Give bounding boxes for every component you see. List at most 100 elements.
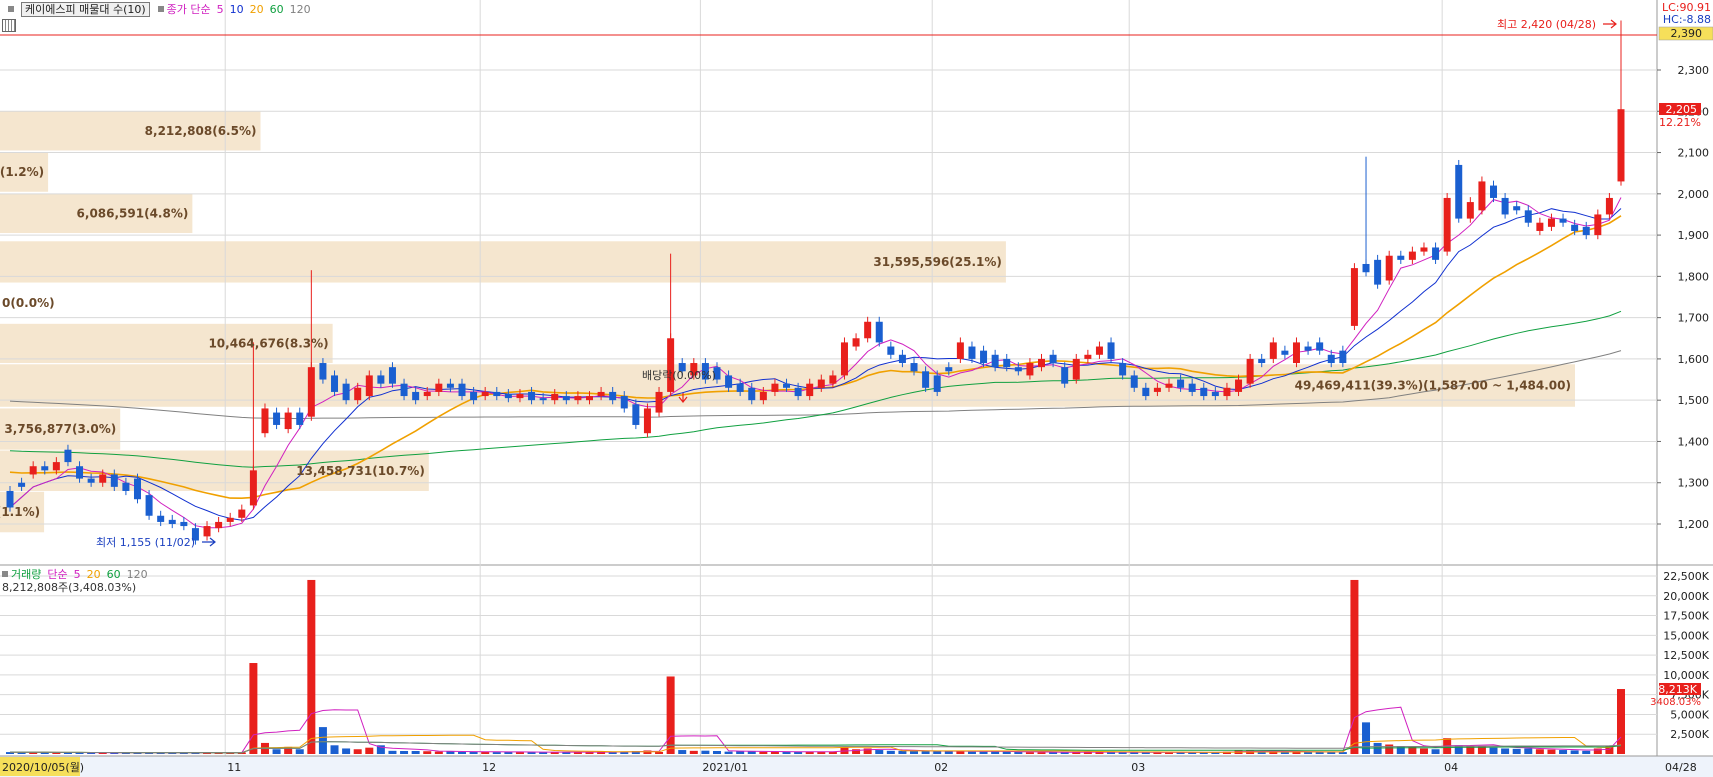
volume-ma-120[interactable]: 120 (127, 568, 148, 581)
volume-bar (1396, 746, 1405, 754)
candle-body (1397, 255, 1405, 260)
candle-body (840, 342, 848, 376)
volume-profile-label: 8,212,808(6.5%) (145, 124, 257, 138)
candle-body (643, 408, 651, 434)
volume-bar (295, 749, 304, 754)
volume-bar (701, 750, 710, 754)
candle-body (516, 393, 524, 399)
candle-body (875, 321, 883, 343)
candle-body (342, 383, 350, 401)
candle-body (1235, 379, 1243, 392)
price-tick-label: 1,900 (1678, 229, 1710, 242)
volume-ma-label: 단순 (47, 568, 68, 581)
candle-body (852, 338, 860, 347)
date-label: 03 (1131, 761, 1145, 774)
candle-body (133, 478, 141, 500)
date-label: 2021/01 (702, 761, 748, 774)
price-tick-label: 1,400 (1678, 435, 1710, 448)
ma-period-120[interactable]: 120 (290, 3, 311, 16)
candle-body (1455, 164, 1463, 219)
date-label: 02 (934, 761, 948, 774)
candle-body (377, 375, 385, 384)
candle-body (1571, 224, 1579, 231)
candle-body (365, 375, 373, 397)
volume-ma-20[interactable]: 20 (87, 568, 101, 581)
price-tick-label: 1,200 (1678, 518, 1710, 531)
volume-bar (434, 751, 443, 754)
candle-body (528, 391, 536, 401)
candle-body (145, 495, 153, 516)
ma-period-5[interactable]: 5 (217, 3, 224, 16)
candle-body (1003, 358, 1011, 368)
candle-body (887, 346, 895, 355)
candle-body (1408, 251, 1416, 260)
candle-body (226, 517, 234, 522)
volume-tick-label: 5,000K (1670, 708, 1709, 721)
candle-body (1188, 383, 1196, 392)
volume-bar (724, 751, 733, 754)
volume-bar (886, 750, 895, 754)
volume-profile-label: 0(0.0%) (2, 296, 55, 310)
volume-profile-label: 31,595,596(25.1%) (873, 255, 1002, 269)
volume-bar (272, 749, 281, 754)
volume-bar (1570, 750, 1579, 754)
high-arrow-icon (1603, 19, 1617, 29)
volume-header: 거래량 단순 5 20 60 120 (0, 566, 154, 582)
candle-body (1513, 206, 1521, 211)
volume-bar (944, 751, 953, 754)
candle-body (1374, 259, 1382, 285)
candle-body (1026, 363, 1034, 376)
candle-body (1547, 218, 1555, 227)
candle-body (1605, 197, 1613, 215)
ma-period-10[interactable]: 10 (230, 3, 244, 16)
candle-body (632, 404, 640, 425)
candle-body (1107, 342, 1115, 359)
volume-profile-label: 10,464,676(8.3%) (208, 336, 328, 350)
volume-bar (307, 579, 316, 754)
candle-body (1501, 197, 1509, 215)
candle-body (64, 449, 72, 463)
volume-ma-60[interactable]: 60 (107, 568, 121, 581)
ma-period-60[interactable]: 60 (270, 3, 284, 16)
candle-body (1014, 367, 1022, 372)
candle-body (1119, 363, 1127, 376)
candle-body (968, 346, 976, 359)
candle-body (412, 391, 420, 401)
volume-bar (689, 750, 698, 754)
ma-period-20[interactable]: 20 (250, 3, 264, 16)
candle-body (1582, 226, 1590, 236)
volume-bar (365, 747, 374, 754)
square-icon (8, 6, 14, 12)
candle-body (1165, 383, 1173, 388)
price-tick-label: 1,800 (1678, 270, 1710, 283)
stock-chart[interactable]: 8,212,808(6.5%) 1,448,201(1.2%) 6,086,591(… (0, 0, 1713, 777)
candle-body (829, 375, 837, 384)
volume-bar (979, 751, 988, 754)
volume-bar (1002, 751, 1011, 754)
candle-body (388, 367, 396, 384)
volume-ma-5[interactable]: 5 (74, 568, 81, 581)
volume-profile-label: 13,458,731(10.7%) (296, 464, 425, 478)
chart-title[interactable]: 케이에스피 매물대 수(10) (21, 1, 150, 17)
candle-body (1211, 391, 1219, 397)
candle-body (504, 393, 512, 399)
candle-body (991, 354, 999, 368)
volume-profile-label: 1,322,655(1.1%) (0, 505, 40, 519)
candle-body (1223, 387, 1231, 397)
candle-body (1559, 218, 1567, 223)
candle-body (1524, 210, 1532, 223)
candle-body (806, 383, 814, 397)
volume-bar (353, 749, 362, 754)
volume-bar (1559, 750, 1568, 754)
close-price-tag: 2,205 (1666, 103, 1698, 116)
volume-bar (1512, 748, 1521, 754)
candle-body (435, 383, 443, 392)
volume-bar (330, 745, 339, 754)
square-icon (157, 6, 164, 12)
candle-body (980, 350, 988, 364)
candle-body (52, 462, 60, 471)
volume-tick-label: 12,500K (1663, 649, 1709, 662)
volume-bar (1014, 752, 1023, 754)
grid-toggle-icon[interactable] (2, 19, 16, 32)
candle-body (585, 396, 593, 401)
